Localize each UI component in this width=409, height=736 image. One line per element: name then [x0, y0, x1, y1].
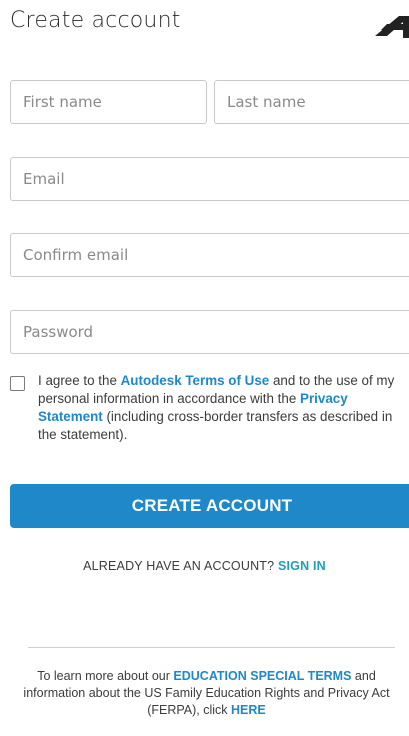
agree-checkbox[interactable] [10, 376, 25, 391]
email-input[interactable] [10, 157, 409, 201]
agreement-text-part-1: I agree to the [38, 373, 121, 388]
create-account-button[interactable]: CREATE ACCOUNT [10, 484, 409, 528]
sign-in-row: ALREADY HAVE AN ACCOUNT? SIGN IN [0, 559, 409, 573]
sign-in-link[interactable]: SIGN IN [278, 559, 326, 573]
password-input[interactable] [10, 310, 409, 354]
page-title: Create account [10, 8, 181, 33]
first-name-input[interactable] [10, 80, 207, 124]
education-special-terms-link[interactable]: EDUCATION SPECIAL TERMS [173, 669, 351, 683]
here-link[interactable]: HERE [231, 703, 266, 717]
ferpa-notice: To learn more about our EDUCATION SPECIA… [10, 668, 403, 719]
divider [28, 647, 395, 648]
last-name-input[interactable] [214, 80, 409, 124]
footer-text-part-1: To learn more about our [37, 669, 174, 683]
autodesk-logo-icon [375, 16, 409, 38]
terms-of-use-link[interactable]: Autodesk Terms of Use [121, 373, 270, 388]
agreement-text: I agree to the Autodesk Terms of Use and… [38, 372, 409, 444]
confirm-email-input[interactable] [10, 233, 409, 277]
have-account-text: ALREADY HAVE AN ACCOUNT? [83, 559, 278, 573]
